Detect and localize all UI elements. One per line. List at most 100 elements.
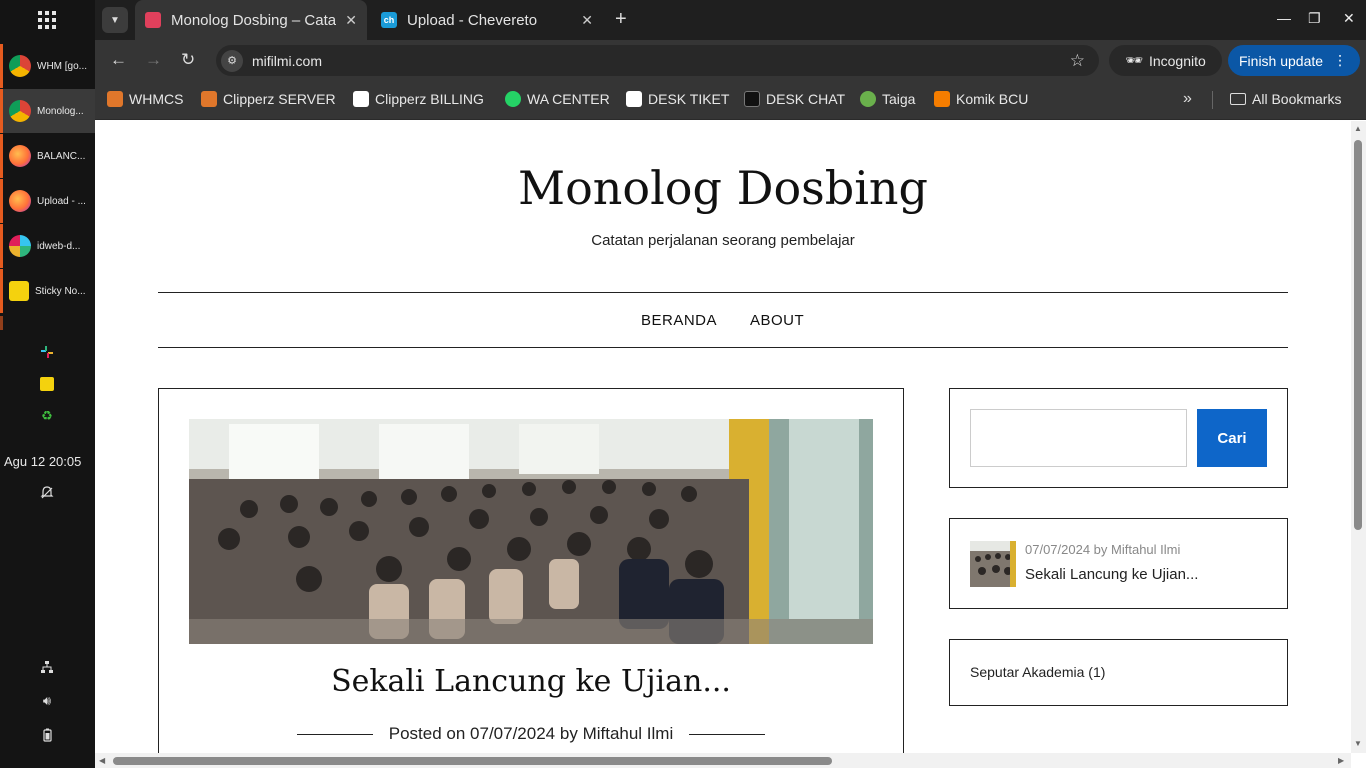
search-button[interactable]: Cari: [1197, 409, 1267, 467]
incognito-icon: 🕶︎: [1125, 52, 1143, 68]
back-button[interactable]: ←: [110, 50, 127, 70]
clipperz-icon: [201, 91, 217, 107]
by-label: by: [559, 724, 578, 743]
post-meta: Posted on 07/07/2024 by Miftahul Ilmi: [159, 724, 903, 744]
tab-upload-chevereto[interactable]: ch Upload - Chevereto ✕: [371, 0, 603, 40]
chevereto-favicon-icon: ch: [381, 12, 397, 28]
dock-app-label: Sticky No...: [35, 285, 86, 297]
post-title[interactable]: Sekali Lancung ke Ujian...: [159, 664, 903, 699]
maximize-window-icon[interactable]: ❐: [1308, 10, 1321, 27]
bookmark-komik-bcu[interactable]: Komik BCU: [934, 91, 1028, 107]
bookmark-star-icon[interactable]: ☆: [1070, 51, 1085, 71]
bookmark-clipperz-billing[interactable]: Clipperz BILLING: [353, 91, 484, 107]
address-bar[interactable]: ⚙ mifilmi.com ☆: [216, 45, 1099, 76]
dock-app-label: WHM [go...: [37, 60, 88, 72]
whatsapp-icon: [505, 91, 521, 107]
close-tab-icon[interactable]: ✕: [345, 12, 357, 29]
chrome-icon: [9, 100, 31, 122]
folder-icon: [1230, 93, 1246, 105]
search-input[interactable]: [970, 409, 1187, 467]
finish-update-button[interactable]: Finish update ⋮: [1228, 45, 1360, 76]
bookmark-wa-center[interactable]: WA CENTER: [505, 91, 610, 107]
incognito-label: Incognito: [1148, 52, 1206, 69]
categories-widget: Seputar Akademia (1): [949, 639, 1288, 706]
more-menu-icon: ⋮: [1333, 52, 1348, 68]
menu-item-about[interactable]: ABOUT: [750, 312, 804, 329]
close-tab-icon[interactable]: ✕: [581, 12, 593, 29]
category-item[interactable]: Seputar Akademia (1): [970, 664, 1105, 680]
bookmark-desk-chat[interactable]: DESK CHAT: [744, 91, 845, 107]
site-title[interactable]: Monolog Dosbing: [95, 161, 1351, 215]
dock-app-label: Monolog...: [37, 105, 84, 117]
dock-app-upload[interactable]: Upload - ...: [0, 179, 95, 223]
dock-app-idweb[interactable]: idweb-d...: [0, 224, 95, 268]
post-card: Sekali Lancung ke Ujian... Posted on 07/…: [158, 388, 904, 753]
dock-app-label: idweb-d...: [37, 240, 81, 252]
vertical-scrollbar[interactable]: ▲ ▼: [1351, 121, 1366, 753]
dock-app-label: Upload - ...: [37, 195, 86, 207]
menu-bottom-divider: [158, 347, 1288, 348]
bookmark-whmcs[interactable]: WHMCS: [107, 91, 183, 107]
clipperz-icon: [353, 91, 369, 107]
close-window-icon[interactable]: ✕: [1343, 10, 1355, 27]
tab-search-button[interactable]: ▼: [102, 7, 128, 33]
search-widget: Cari: [949, 388, 1288, 488]
all-bookmarks-button[interactable]: All Bookmarks: [1230, 91, 1341, 107]
recent-post-thumbnail[interactable]: [970, 541, 1016, 587]
menu-top-divider: [158, 292, 1288, 293]
vertical-scroll-thumb[interactable]: [1354, 140, 1362, 530]
dock-app-whm[interactable]: WHM [go...: [0, 44, 95, 88]
recent-posts-widget: 07/07/2024 by Miftahul Ilmi Sekali Lancu…: [949, 518, 1288, 609]
slack-icon[interactable]: [38, 343, 56, 361]
meta-right-line: [689, 734, 766, 736]
bookmark-label: DESK TIKET: [648, 91, 730, 107]
dock-app-overflow[interactable]: [0, 316, 95, 330]
notifications-off-icon[interactable]: [38, 484, 56, 502]
new-tab-button[interactable]: +: [615, 8, 627, 31]
dock: WHM [go... Monolog... BALANC... Upload -…: [0, 0, 95, 768]
post-date-link[interactable]: 07/07/2024: [470, 724, 555, 743]
incognito-indicator[interactable]: 🕶︎ Incognito: [1109, 45, 1222, 76]
show-apps-button[interactable]: [15, 8, 79, 32]
bookmark-taiga[interactable]: Taiga: [860, 91, 915, 107]
menu-item-beranda[interactable]: BERANDA: [641, 312, 717, 329]
forward-button[interactable]: →: [145, 50, 162, 70]
url-text[interactable]: mifilmi.com: [252, 53, 322, 69]
tab-monolog-dosbing[interactable]: Monolog Dosbing – Cata ✕: [135, 0, 367, 40]
scroll-up-icon[interactable]: ▲: [1354, 124, 1362, 133]
post-featured-image[interactable]: [189, 419, 873, 644]
meta-left-line: [296, 734, 373, 736]
scroll-right-icon[interactable]: ▶: [1338, 756, 1344, 765]
battery-icon[interactable]: [38, 726, 56, 744]
reload-button[interactable]: ↻: [181, 50, 195, 70]
horizontal-scrollbar[interactable]: ◀ ▶: [95, 753, 1351, 768]
dock-app-sticky-notes[interactable]: Sticky No...: [0, 269, 95, 313]
post-author-link[interactable]: Miftahul Ilmi: [583, 724, 674, 743]
bookmark-label: Clipperz SERVER: [223, 91, 336, 107]
finish-update-label: Finish update: [1239, 52, 1324, 69]
bookmarks-divider: [1212, 91, 1213, 109]
recycle-icon[interactable]: ♻: [38, 407, 56, 425]
minimize-window-icon[interactable]: —: [1277, 10, 1291, 26]
scroll-down-icon[interactable]: ▼: [1354, 739, 1362, 748]
volume-icon[interactable]: 🔊︎: [38, 692, 56, 710]
site-info-icon[interactable]: ⚙: [221, 49, 243, 72]
whmcs-icon: [107, 91, 123, 107]
recent-post-title[interactable]: Sekali Lancung ke Ujian...: [1025, 566, 1198, 583]
horizontal-scroll-thumb[interactable]: [113, 757, 832, 765]
more-bookmarks-icon[interactable]: »: [1183, 90, 1192, 108]
sticky-notes-icon: [9, 281, 29, 301]
sticky-notes-icon[interactable]: [38, 375, 56, 393]
all-bookmarks-label: All Bookmarks: [1252, 91, 1342, 107]
apps-grid-icon: [38, 11, 56, 29]
bookmark-desk-tiket[interactable]: DESK TIKET: [626, 91, 729, 107]
slack-icon: [9, 235, 31, 257]
dock-app-balance[interactable]: BALANC...: [0, 134, 95, 178]
clock[interactable]: Agu 12 20:05: [4, 454, 81, 469]
scroll-left-icon[interactable]: ◀: [99, 756, 105, 765]
bookmark-clipperz-server[interactable]: Clipperz SERVER: [201, 91, 336, 107]
dock-app-monolog[interactable]: Monolog...: [0, 89, 95, 133]
network-icon[interactable]: [38, 658, 56, 676]
tab-strip: ▼ Monolog Dosbing – Cata ✕ ch Upload - C…: [95, 0, 1366, 40]
toolbar: ← → ↻ ⚙ mifilmi.com ☆ 🕶︎ Incognito Finis…: [95, 40, 1366, 81]
